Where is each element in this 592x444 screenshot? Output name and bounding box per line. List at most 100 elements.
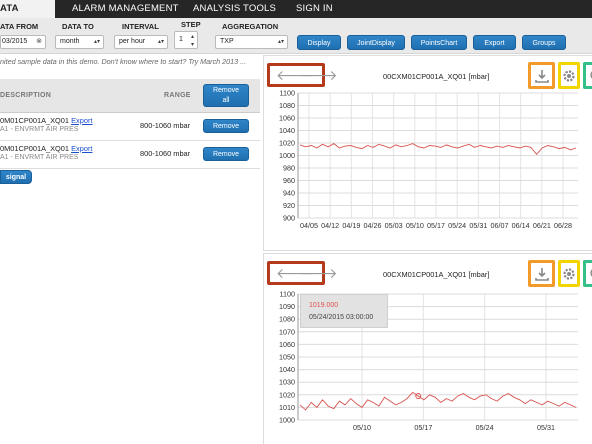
y-tick-label: 900 (283, 214, 295, 223)
y-tick-label: 1020 (279, 139, 295, 148)
remove-all-label-2: all (222, 97, 230, 104)
aggregation-label: AGGREGATION (222, 22, 279, 31)
y-tick-label: 1010 (279, 403, 295, 412)
display-button[interactable]: Display (297, 35, 341, 50)
date-to-select[interactable]: month ▴▾ (55, 35, 104, 49)
export-link[interactable]: Export (71, 144, 92, 153)
chevron-updown-icon: ▴▾ (277, 39, 284, 45)
interval-value: per hour (119, 38, 146, 45)
signal-table-header: DESCRIPTION RANGE Remove all (0, 79, 260, 113)
series-line[interactable] (299, 143, 577, 155)
y-tick-label: 1030 (279, 378, 295, 387)
range-header: RANGE (164, 92, 191, 99)
nav-analysis-tools[interactable]: ANALYSIS TOOLS (193, 0, 276, 18)
nav-data-access[interactable]: ATA ACCESS (0, 0, 55, 18)
signal-description: A1 - ENVRMT AIR PRES (0, 126, 79, 133)
x-tick-label: 04/05 (300, 221, 318, 230)
y-tick-label: 1080 (279, 101, 295, 110)
top-nav: ATA ACCESS ALARM MANAGEMENT ANALYSIS TOO… (0, 0, 592, 18)
y-tick-label: 960 (283, 176, 295, 185)
y-tick-label: 1020 (279, 390, 295, 399)
chart-tooltip: 1019.000 05/24/2015 03:00:00 (300, 294, 388, 328)
description-header: DESCRIPTION (0, 92, 52, 99)
export-button[interactable]: Export (473, 35, 516, 50)
remove-all-label: Remove (212, 87, 240, 94)
step-value: 1 (179, 36, 183, 43)
date-from-input[interactable]: 03/2015 ⊗ (0, 35, 46, 49)
x-tick-label: 05/31 (537, 423, 555, 432)
line-chart-1[interactable]: 04/05 04/12 04/19 04/26 05/03 05/10 05/17 05/24… (264, 56, 582, 246)
step-stepper[interactable]: 1 ▴ ▾ (174, 31, 198, 49)
aggregation-value: TXP (220, 38, 234, 45)
x-tick-label: 05/17 (427, 221, 445, 230)
chart-panel-1: 🡐 🡒 00CXM01CP001A_XQ01 [mbar] 04/05 04/12… (263, 55, 592, 251)
signal-id: 0M01CP001A_XQ01 (0, 144, 70, 153)
x-tick-label: 04/26 (364, 221, 382, 230)
y-tick-label: 1100 (280, 89, 295, 98)
add-signal-button[interactable]: signal (0, 170, 32, 184)
tooltip-value: 1019.000 (309, 302, 339, 309)
y-tick-label: 1000 (279, 416, 295, 425)
interval-label: INTERVAL (122, 22, 159, 31)
table-row: 0M01CP001A_XQ01 Export A1 - ENVRMT AIR P… (0, 113, 260, 141)
y-tick-label: 1040 (279, 126, 295, 135)
x-tick-label: 06/21 (533, 221, 551, 230)
x-tick-label: 06/07 (491, 221, 509, 230)
y-tick-label: 940 (283, 189, 295, 198)
x-tick-label: 05/24 (476, 423, 494, 432)
y-tick-label: 1040 (279, 365, 295, 374)
step-label: STEP (181, 20, 201, 29)
groups-button[interactable]: Groups (522, 35, 566, 50)
joint-display-button[interactable]: JointDisplay (347, 35, 405, 50)
y-tick-label: 920 (283, 201, 295, 210)
date-to-value: month (60, 38, 80, 45)
x-tick-label: 05/31 (469, 221, 487, 230)
x-tick-label: 05/24 (448, 221, 466, 230)
x-tick-label: 05/03 (385, 221, 403, 230)
chevron-updown-icon: ▴▾ (157, 39, 164, 45)
aggregation-select[interactable]: TXP ▴▾ (215, 35, 288, 49)
remove-all-button[interactable]: Remove all (203, 84, 249, 107)
signal-description: A1 - ENVRMT AIR PRES (0, 154, 79, 161)
y-tick-label: 1060 (279, 340, 295, 349)
x-tick-label: 05/10 (406, 221, 424, 230)
tooltip-time: 05/24/2015 03:00:00 (309, 314, 374, 321)
x-tick-label: 06/28 (554, 221, 572, 230)
signal-name: 0M01CP001A_XQ01 Export (0, 116, 92, 125)
y-tick-label: 1080 (279, 315, 295, 324)
remove-button[interactable]: Remove (203, 147, 249, 161)
search-icon[interactable] (588, 68, 592, 84)
y-tick-label: 1050 (279, 353, 295, 362)
control-bar: ATA FROM 03/2015 ⊗ DATA TO month ▴▾ INTE… (0, 18, 592, 54)
y-tick-label: 1070 (279, 327, 295, 336)
y-tick-label: 1100 (280, 290, 295, 299)
signal-range: 800-1060 mbar (140, 149, 191, 158)
search-highlight (583, 260, 592, 287)
signal-range: 800-1060 mbar (140, 121, 191, 130)
search-highlight (583, 62, 592, 89)
clear-icon[interactable]: ⊗ (36, 36, 42, 48)
stepper-arrows-icon[interactable]: ▴ ▾ (191, 33, 194, 49)
x-tick-label: 04/19 (342, 221, 360, 230)
nav-sign-in[interactable]: SIGN IN (296, 0, 333, 18)
nav-alarm-management[interactable]: ALARM MANAGEMENT (72, 0, 179, 18)
x-tick-label: 06/14 (512, 221, 530, 230)
line-chart-2[interactable]: 05/10 05/17 05/24 05/31 1000 1010 1020 1030 1040… (264, 254, 582, 444)
signal-id: 0M01CP001A_XQ01 (0, 116, 70, 125)
date-to-label: DATA TO (62, 22, 94, 31)
search-icon[interactable] (588, 266, 592, 282)
y-tick-label: 1060 (279, 114, 295, 123)
x-tick-label: 05/17 (414, 423, 432, 432)
points-chart-button[interactable]: PointsChart (411, 35, 467, 50)
date-from-label: ATA FROM (0, 22, 39, 31)
remove-button[interactable]: Remove (203, 119, 249, 133)
y-tick-label: 1000 (279, 151, 295, 160)
chart-panel-2: 🡐 🡒 00CXM01CP001A_XQ01 [mbar] 05/10 05/17… (263, 253, 592, 444)
table-row: 0M01CP001A_XQ01 Export A1 - ENVRMT AIR P… (0, 141, 260, 169)
signal-name: 0M01CP001A_XQ01 Export (0, 144, 92, 153)
y-tick-label: 1090 (279, 302, 295, 311)
interval-select[interactable]: per hour ▴▾ (114, 35, 168, 49)
y-tick-label: 980 (283, 164, 295, 173)
date-from-value: 03/2015 (2, 38, 28, 45)
export-link[interactable]: Export (71, 116, 92, 125)
